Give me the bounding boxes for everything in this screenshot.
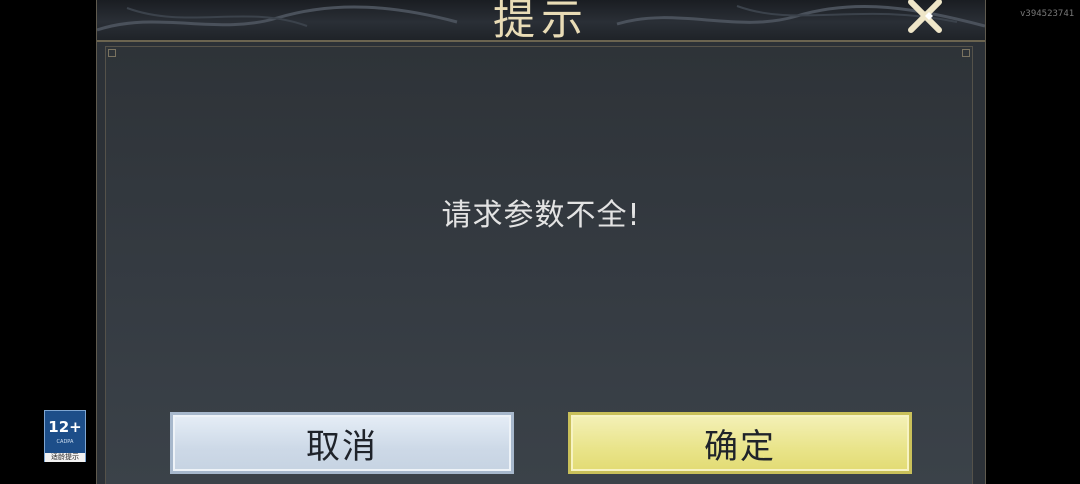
dialog-title-bar: 提示 bbox=[97, 0, 985, 42]
close-icon bbox=[908, 0, 942, 33]
close-button[interactable] bbox=[905, 0, 945, 34]
alert-dialog: 提示 请求参数不全! 取消 确定 bbox=[96, 0, 986, 484]
dialog-title: 提示 bbox=[492, 0, 589, 42]
age-rating-org: CADPA bbox=[56, 439, 74, 445]
frame-corner bbox=[962, 49, 970, 57]
age-rating-number: 12+ bbox=[48, 418, 82, 436]
cancel-button[interactable]: 取消 bbox=[170, 412, 514, 474]
dialog-message: 请求参数不全! bbox=[441, 198, 641, 233]
age-rating-badge[interactable]: 12+ CADPA 适龄提示 bbox=[44, 410, 86, 462]
confirm-button-label: 确定 bbox=[704, 426, 776, 467]
frame-corner bbox=[108, 49, 116, 57]
version-text: v394523741 bbox=[1020, 9, 1075, 19]
age-rating-label: 适龄提示 bbox=[45, 453, 85, 462]
cancel-button-label: 取消 bbox=[306, 426, 378, 467]
confirm-button[interactable]: 确定 bbox=[568, 412, 912, 474]
